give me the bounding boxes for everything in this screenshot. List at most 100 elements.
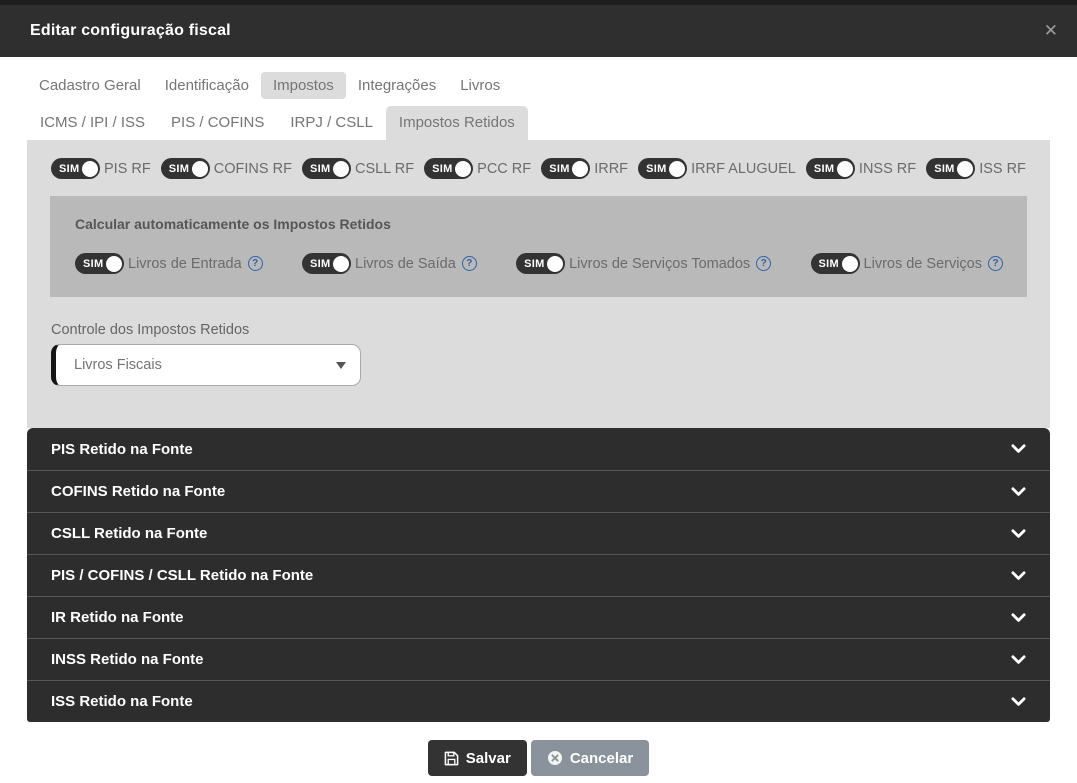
irrf-aluguel-switch[interactable]: SIM [638,158,687,179]
csll-rf-switch[interactable]: SIM [302,158,351,179]
toggle-label: ISS RF [979,161,1026,177]
toggle-pis-rf: SIM PIS RF [51,158,151,179]
toggle-label: PCC RF [477,161,531,177]
toggle-label: PIS RF [104,161,151,177]
control-label: Controle dos Impostos Retidos [51,322,1050,338]
auto-calc-toggle-row: SIM Livros de Entrada ? SIM Livros de Sa… [75,253,1003,274]
toggle-livros-entrada: SIM Livros de Entrada ? [75,253,263,274]
toggle-label: IRRF [594,161,628,177]
switch-state-label: SIM [934,163,954,175]
switch-knob [669,161,685,177]
retained-taxes-accordion: PIS Retido na Fonte COFINS Retido na Fon… [27,428,1050,722]
toggle-label: Livros de Serviços Tomados [569,256,750,272]
switch-state-label: SIM [524,258,544,270]
help-icon[interactable]: ? [462,256,477,271]
livros-entrada-switch[interactable]: SIM [75,253,124,274]
cancel-button[interactable]: Cancelar [531,740,649,776]
switch-state-label: SIM [83,258,103,270]
accordion-row-ir[interactable]: IR Retido na Fonte [27,596,1050,638]
chevron-down-icon [1011,487,1026,497]
accordion-title: PIS / COFINS / CSLL Retido na Fonte [51,567,1011,584]
control-section: Controle dos Impostos Retidos Livros Fis… [51,322,1050,386]
switch-knob [106,256,122,272]
accordion-row-csll[interactable]: CSLL Retido na Fonte [27,512,1050,554]
switch-state-label: SIM [310,163,330,175]
livros-saida-switch[interactable]: SIM [302,253,351,274]
switch-state-label: SIM [169,163,189,175]
switch-state-label: SIM [59,163,79,175]
tab-identificacao[interactable]: Identificação [153,72,261,99]
accordion-title: INSS Retido na Fonte [51,651,1011,668]
auto-calc-panel-title: Calcular automaticamente os Impostos Ret… [75,216,1003,232]
accordion-row-inss[interactable]: INSS Retido na Fonte [27,638,1050,680]
toggle-livros-servicos-tomados: SIM Livros de Serviços Tomados ? [516,253,771,274]
toggle-label: Livros de Saída [355,256,456,272]
toggle-label: INSS RF [859,161,916,177]
tab-livros[interactable]: Livros [448,72,512,99]
pis-rf-switch[interactable]: SIM [51,158,100,179]
switch-knob [333,161,349,177]
help-icon[interactable]: ? [988,256,1003,271]
chevron-down-icon [1011,571,1026,581]
toggle-pcc-rf: SIM PCC RF [424,158,531,179]
switch-knob [455,161,471,177]
tab-impostos[interactable]: Impostos [261,72,346,99]
switch-knob [842,256,858,272]
accordion-row-cofins[interactable]: COFINS Retido na Fonte [27,470,1050,512]
accordion-title: PIS Retido na Fonte [51,441,1011,458]
cofins-rf-switch[interactable]: SIM [161,158,210,179]
toggle-label: Livros de Entrada [128,256,242,272]
accordion-title: ISS Retido na Fonte [51,693,1011,710]
toggle-inss-rf: SIM INSS RF [806,158,916,179]
toggle-irrf: SIM IRRF [541,158,628,179]
help-icon[interactable]: ? [756,256,771,271]
modal-footer: Salvar Cancelar [0,740,1077,776]
modal-header: Editar configuração fiscal ✕ [0,5,1077,57]
switch-knob [82,161,98,177]
subtab-icms-ipi-iss[interactable]: ICMS / IPI / ISS [27,106,158,140]
subtab-impostos-retidos[interactable]: Impostos Retidos [386,106,528,140]
close-icon[interactable]: ✕ [1041,19,1061,42]
chevron-down-icon [1011,444,1026,454]
tab-integracoes[interactable]: Integrações [346,72,448,99]
toggle-cofins-rf: SIM COFINS RF [161,158,292,179]
irrf-switch[interactable]: SIM [541,158,590,179]
accordion-title: CSLL Retido na Fonte [51,525,1011,542]
cancel-icon [547,750,563,766]
accordion-row-pis-cofins-csll[interactable]: PIS / COFINS / CSLL Retido na Fonte [27,554,1050,596]
select-value: Livros Fiscais [74,357,336,373]
accordion-row-iss[interactable]: ISS Retido na Fonte [27,680,1050,722]
switch-knob [572,161,588,177]
accordion-title: COFINS Retido na Fonte [51,483,1011,500]
tab-cadastro-geral[interactable]: Cadastro Geral [27,72,153,99]
switch-state-label: SIM [310,258,330,270]
modal-title: Editar configuração fiscal [30,22,231,40]
save-button-label: Salvar [466,750,511,767]
switch-knob [957,161,973,177]
iss-rf-switch[interactable]: SIM [926,158,975,179]
cancel-button-label: Cancelar [570,750,633,767]
subtab-pis-cofins[interactable]: PIS / COFINS [158,106,277,140]
livros-servicos-switch[interactable]: SIM [811,253,860,274]
switch-state-label: SIM [549,163,569,175]
chevron-down-icon [1011,697,1026,707]
toggle-label: CSLL RF [355,161,414,177]
switch-knob [333,256,349,272]
toggle-iss-rf: SIM ISS RF [926,158,1026,179]
controle-impostos-retidos-select[interactable]: Livros Fiscais [51,344,361,386]
pcc-rf-switch[interactable]: SIM [424,158,473,179]
switch-state-label: SIM [432,163,452,175]
help-icon[interactable]: ? [248,256,263,271]
switch-knob [837,161,853,177]
retained-taxes-toggle-row: SIM PIS RF SIM COFINS RF SIM CSLL RF SIM [27,158,1050,179]
livros-servicos-tomados-switch[interactable]: SIM [516,253,565,274]
main-tab-bar: Cadastro Geral Identificação Impostos In… [27,72,1077,99]
save-button[interactable]: Salvar [428,740,527,776]
inss-rf-switch[interactable]: SIM [806,158,855,179]
accordion-row-pis[interactable]: PIS Retido na Fonte [27,428,1050,470]
toggle-livros-saida: SIM Livros de Saída ? [302,253,477,274]
subtab-irpj-csll[interactable]: IRPJ / CSLL [277,106,386,140]
switch-state-label: SIM [646,163,666,175]
chevron-down-icon [1011,655,1026,665]
chevron-down-icon [1011,613,1026,623]
